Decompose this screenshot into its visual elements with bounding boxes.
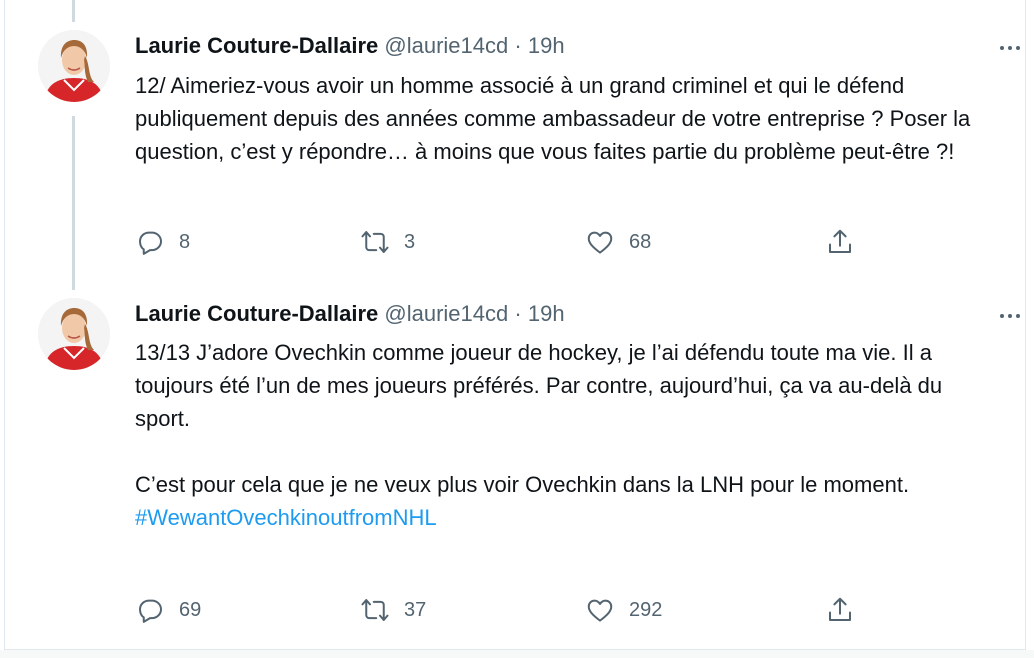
paragraph-spacer [135, 435, 995, 468]
avatar[interactable] [38, 30, 110, 102]
tweet-paragraph: 13/13 J’adore Ovechkin comme joueur de h… [135, 340, 943, 431]
retweet-icon [361, 599, 389, 621]
tweet-actions: 8 3 68 [135, 227, 875, 257]
tweet-text: 12/ Aimeriez-vous avoir un homme associé… [135, 69, 995, 168]
tweet-header: Laurie Couture-Dallaire @laurie14cd · 19… [135, 300, 565, 328]
like-count: 68 [629, 230, 652, 253]
retweet-icon [361, 231, 389, 253]
like-button[interactable]: 292 [585, 595, 662, 625]
bottom-divider [0, 650, 1034, 658]
retweet-button[interactable]: 37 [360, 595, 426, 625]
tweet-actions: 69 37 292 [135, 595, 875, 625]
share-button[interactable] [825, 595, 855, 625]
more-options-icon[interactable] [995, 302, 1025, 330]
thread-connector-top [72, 0, 75, 22]
share-button[interactable] [825, 227, 855, 257]
retweet-count: 37 [404, 598, 427, 621]
tweet-text: 13/13 J’adore Ovechkin comme joueur de h… [135, 336, 995, 534]
reply-count: 8 [179, 230, 191, 253]
reply-icon [139, 599, 162, 623]
heart-icon [587, 231, 613, 254]
retweet-button[interactable]: 3 [360, 227, 415, 257]
tweet-header: Laurie Couture-Dallaire @laurie14cd · 19… [135, 32, 565, 60]
tweet-paragraph: 12/ Aimeriez-vous avoir un homme associé… [135, 73, 971, 164]
share-icon [829, 229, 851, 253]
like-count: 292 [629, 598, 663, 621]
reply-count: 69 [179, 598, 202, 621]
heart-icon [587, 599, 613, 622]
tweet-paragraph: C’est pour cela que je ne veux plus voir… [135, 472, 910, 497]
author-handle[interactable]: @laurie14cd [384, 33, 508, 58]
author-name[interactable]: Laurie Couture-Dallaire [135, 33, 378, 58]
thread-connector [72, 116, 75, 290]
retweet-count: 3 [404, 230, 416, 253]
more-options-icon[interactable] [995, 34, 1025, 62]
hashtag-link[interactable]: #WewantOvechkinoutfromNHL [135, 501, 995, 534]
reply-icon [139, 231, 162, 255]
avatar[interactable] [38, 298, 110, 370]
author-name[interactable]: Laurie Couture-Dallaire [135, 301, 378, 326]
separator: · [514, 301, 522, 326]
reply-button[interactable]: 8 [135, 227, 190, 257]
author-handle[interactable]: @laurie14cd [384, 301, 508, 326]
separator: · [514, 33, 522, 58]
timestamp[interactable]: 19h [528, 33, 565, 58]
timestamp[interactable]: 19h [528, 301, 565, 326]
like-button[interactable]: 68 [585, 227, 651, 257]
reply-button[interactable]: 69 [135, 595, 201, 625]
share-icon [829, 597, 851, 621]
